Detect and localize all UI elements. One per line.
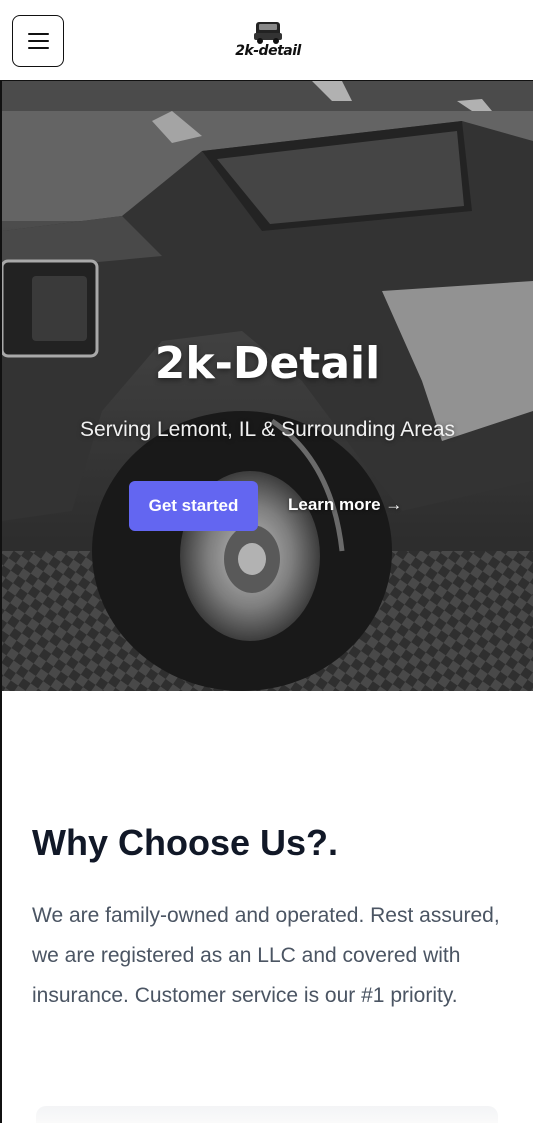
hero-subtitle: Serving Lemont, IL & Surrounding Areas bbox=[79, 418, 456, 441]
hero-title: 2k-Detail bbox=[154, 338, 381, 390]
hero-section: 2k-Detail Serving Lemont, IL & Surroundi… bbox=[2, 81, 533, 691]
menu-button[interactable] bbox=[12, 15, 64, 67]
site-header: 2k-detail bbox=[0, 0, 533, 81]
why-choose-us-text: We are family-owned and operated. Rest a… bbox=[32, 904, 500, 1007]
logo[interactable]: 2k-detail bbox=[230, 18, 306, 64]
logo-text: 2k-detail bbox=[235, 43, 301, 59]
truck-logo-icon bbox=[254, 22, 282, 44]
why-choose-us-heading: Why Choose Us?. bbox=[32, 822, 339, 863]
get-started-button[interactable]: Get started bbox=[129, 481, 258, 531]
learn-more-link[interactable]: Learn more → bbox=[288, 495, 402, 515]
feature-card bbox=[36, 1106, 498, 1123]
